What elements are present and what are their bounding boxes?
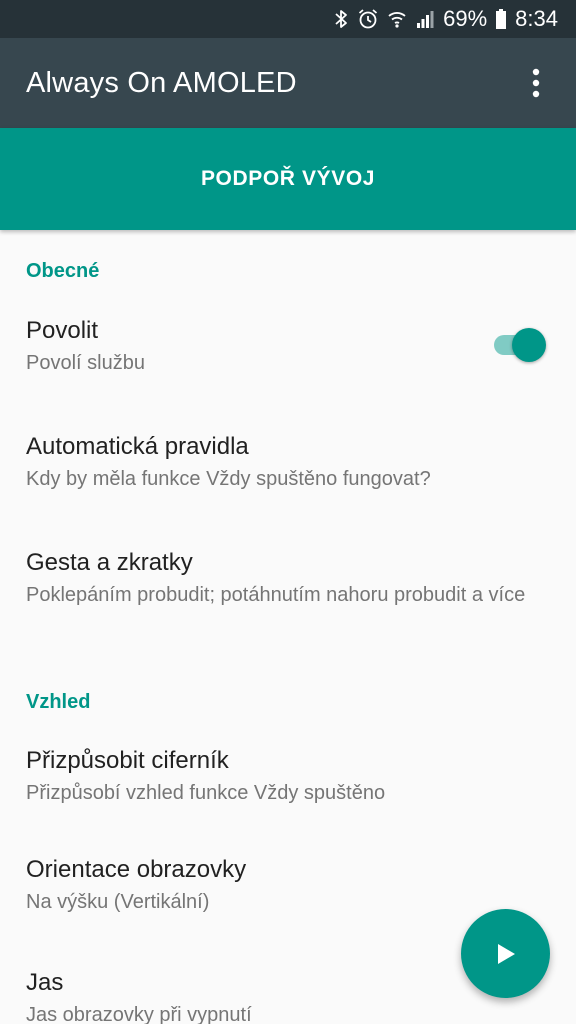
pref-gestures-shortcuts[interactable]: Gesta a zkratky Poklepáním probudit; pot… (0, 548, 576, 658)
pref-title: Přizpůsobit ciferník (26, 747, 229, 774)
pref-title: Gesta a zkratky (26, 549, 193, 576)
pref-customize-watchface[interactable]: Přizpůsobit ciferník Přizpůsobí vzhled f… (0, 746, 576, 826)
more-vert-icon (532, 68, 540, 98)
app-bar: Always On AMOLED (0, 38, 576, 128)
alarm-icon (357, 8, 379, 30)
pref-title: Povolit (26, 317, 99, 344)
screen: 69% 8:34 Always On AMOLED PODPOŘ VÝVOJ O… (0, 0, 576, 1024)
signal-icon (415, 9, 435, 29)
pref-title: Jas (26, 969, 64, 996)
pref-summary: Přizpůsobí vzhled funkce Vždy spuštěno (26, 782, 386, 804)
section-header-general: Obecné (26, 260, 100, 282)
pref-title: Automatická pravidla (26, 433, 249, 460)
pref-summary: Povolí službu (26, 352, 145, 374)
status-bar: 69% 8:34 (0, 0, 576, 38)
support-development-button[interactable]: PODPOŘ VÝVOJ (0, 128, 576, 230)
pref-summary: Jas obrazovky při vypnutí (26, 1004, 252, 1024)
bluetooth-icon (333, 8, 349, 30)
play-icon (497, 943, 515, 964)
more-options-button[interactable] (518, 59, 554, 107)
clock: 8:34 (515, 6, 558, 31)
battery-percent: 69% (443, 6, 488, 31)
app-title: Always On AMOLED (26, 66, 297, 99)
section-header-appearance: Vzhled (26, 691, 91, 713)
wifi-icon (387, 9, 407, 29)
pref-summary: Kdy by měla funkce Vždy spuštěno fungova… (26, 468, 431, 490)
pref-automatic-rules[interactable]: Automatická pravidla Kdy by měla funkce … (0, 432, 576, 512)
battery-icon (495, 8, 507, 30)
pref-title: Orientace obrazovky (26, 856, 247, 883)
switch-thumb (512, 328, 546, 362)
preview-fab-button[interactable] (461, 909, 550, 998)
support-development-label: PODPOŘ VÝVOJ (200, 167, 376, 190)
pref-summary: Na výšku (Vertikální) (26, 891, 210, 913)
pref-enable[interactable]: Povolit Povolí službu (0, 316, 576, 396)
pref-summary: Poklepáním probudit; potáhnutím nahoru p… (26, 584, 526, 606)
enable-switch[interactable] (494, 325, 546, 365)
